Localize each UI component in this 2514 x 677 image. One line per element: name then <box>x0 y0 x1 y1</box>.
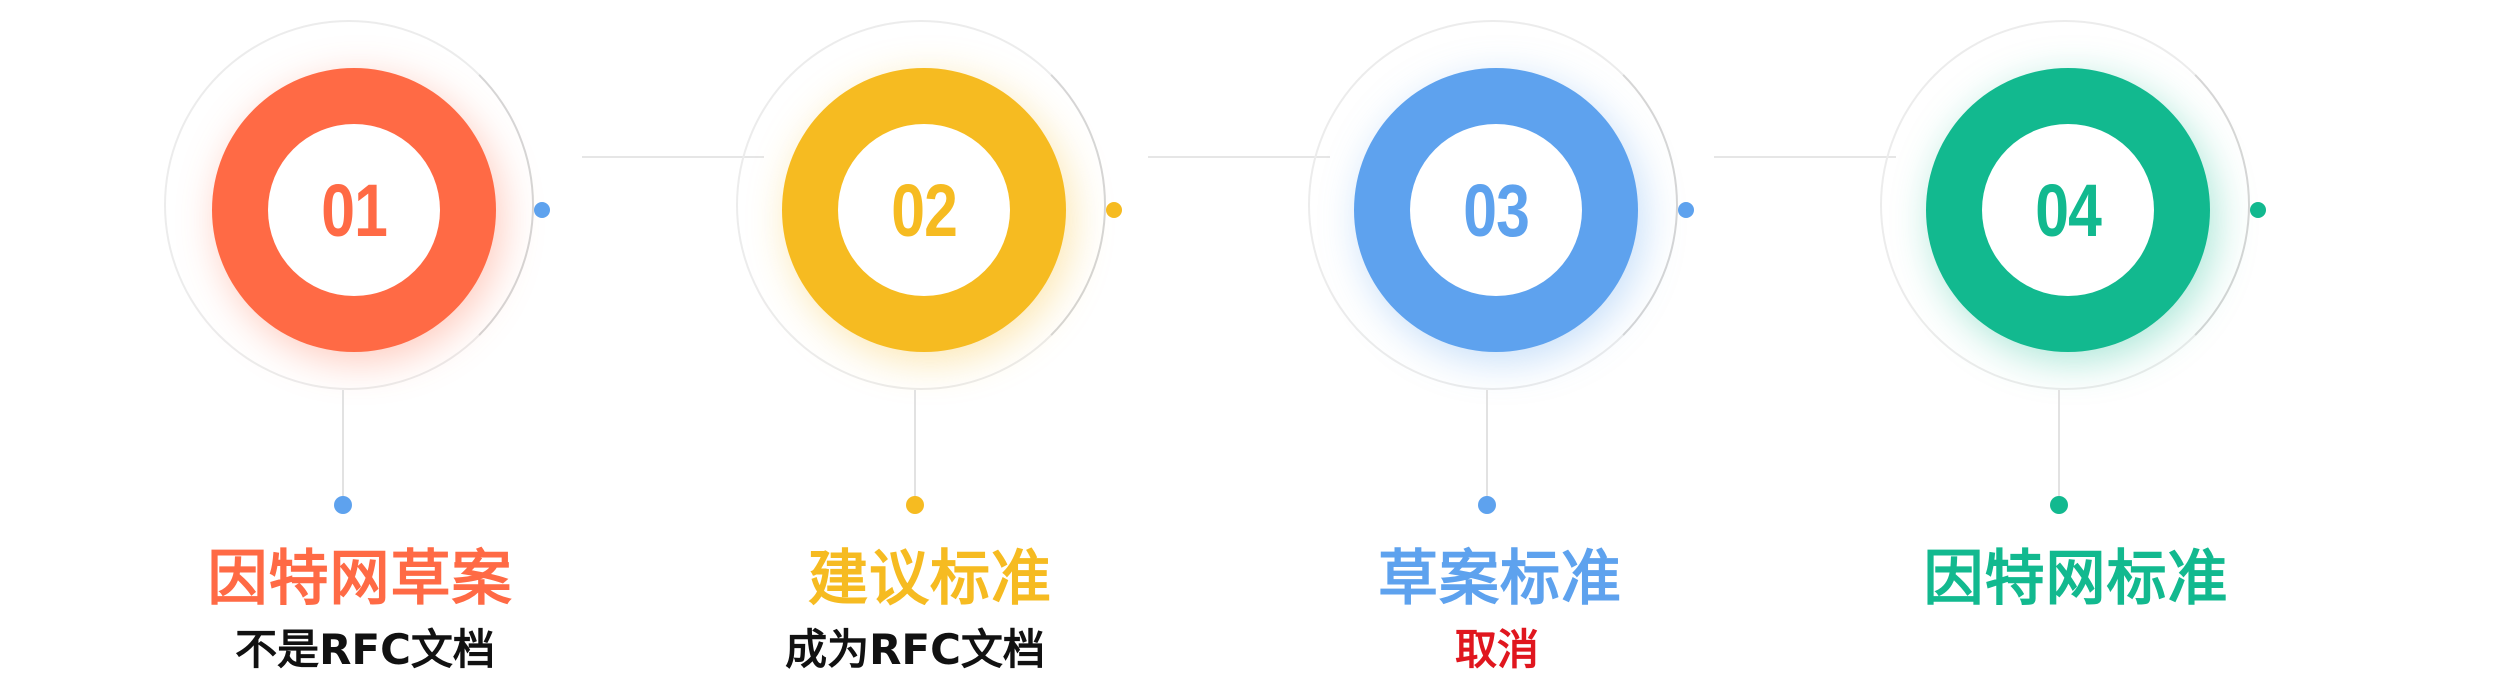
step-4-number-disc: 04 <box>1982 124 2154 296</box>
step-3-side-dot <box>1678 202 1694 218</box>
step-2-number: 02 <box>891 168 958 252</box>
step-3-number: 03 <box>1463 168 1530 252</box>
step-4-drop-line <box>2058 390 2060 498</box>
step-1-title: 因特网草案 <box>207 544 513 614</box>
connector-3-4 <box>1714 156 1896 158</box>
step-1-number: 01 <box>321 168 388 252</box>
step-3-title: 草案标准 <box>1378 544 1622 614</box>
step-3-subtitle: 取消 <box>1454 625 1540 674</box>
step-3-drop-line <box>1486 390 1488 498</box>
step-1-subtitle: 不是RFC文档 <box>235 625 495 674</box>
connector-1-2 <box>582 156 764 158</box>
step-4-bottom-dot <box>2050 496 2068 514</box>
step-2-bottom-dot <box>906 496 924 514</box>
step-2-subtitle: 成为RFC文档 <box>785 625 1045 674</box>
step-1-drop-line <box>342 390 344 498</box>
step-1-number-disc: 01 <box>268 124 440 296</box>
process-diagram: 01 因特网草案 不是RFC文档 02 建议标准 成为RFC文档 03 草案标准… <box>0 0 2514 674</box>
step-2-number-disc: 02 <box>838 124 1010 296</box>
step-2-title: 建议标准 <box>808 544 1052 614</box>
step-2-drop-line <box>914 390 916 498</box>
step-2-side-dot <box>1106 202 1122 218</box>
step-4-side-dot <box>2250 202 2266 218</box>
step-1-bottom-dot <box>334 496 352 514</box>
step-3-number-disc: 03 <box>1410 124 1582 296</box>
step-4-title: 因特网标准 <box>1923 544 2229 614</box>
step-4-number: 04 <box>2035 168 2102 252</box>
connector-2-3 <box>1148 156 1330 158</box>
step-3-bottom-dot <box>1478 496 1496 514</box>
step-1-side-dot <box>534 202 550 218</box>
